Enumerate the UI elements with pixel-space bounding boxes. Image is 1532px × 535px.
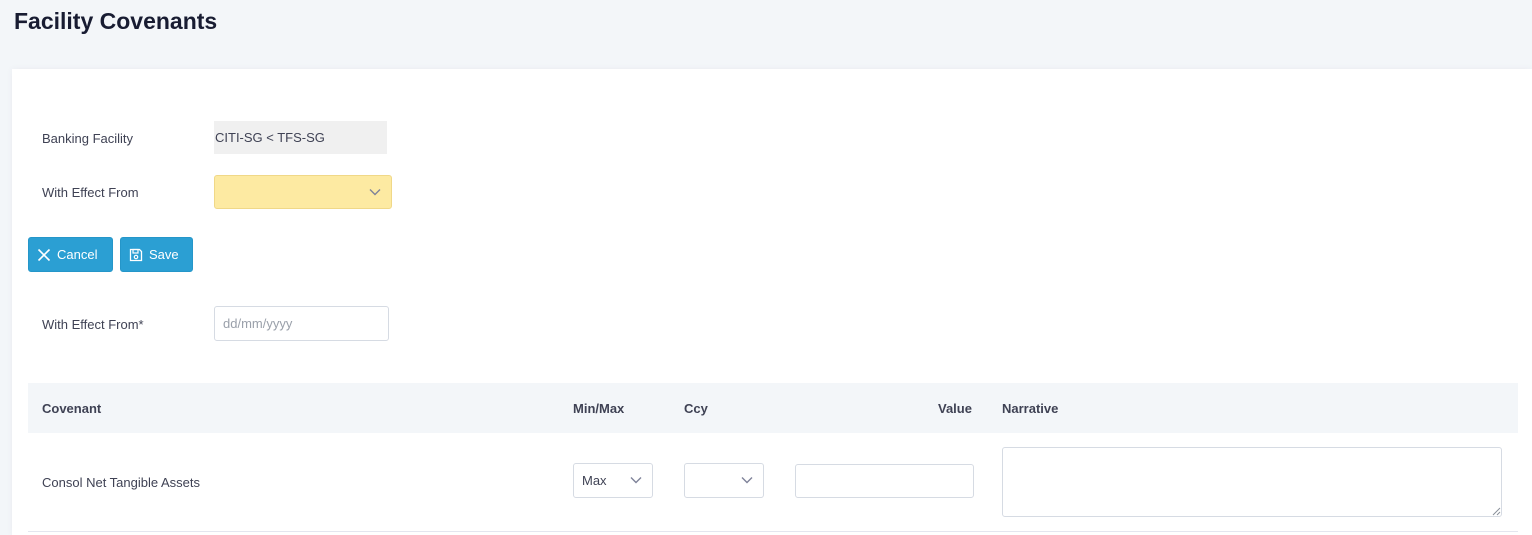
new-with-effect-from-label: With Effect From* [42,317,144,332]
close-icon [37,248,51,261]
save-button[interactable]: Save [120,237,193,272]
chevron-down-icon [741,477,753,484]
covenant-name: Consol Net Tangible Assets [42,475,201,490]
with-effect-from-date-input[interactable] [214,306,389,341]
cancel-button[interactable]: Cancel [28,237,113,272]
covenant-column-header: Covenant [42,401,102,416]
narrative-textarea[interactable] [1002,447,1502,517]
save-button-label: Save [149,247,179,262]
covenant-form-card: Banking Facility CITI-SG < TFS-SG With E… [12,69,1532,535]
cancel-button-label: Cancel [57,247,98,262]
chevron-down-icon [369,189,381,196]
value-column-header: Value [938,401,972,416]
minmax-selected-value: Max [582,473,607,488]
chevron-down-icon [630,477,642,484]
covenant-table-header: Covenant Min/Max Ccy Value Narrative [28,383,1518,433]
narrative-column-header: Narrative [1002,401,1059,416]
table-row-divider [28,531,1518,532]
ccy-column-header: Ccy [684,401,708,416]
save-icon [129,248,143,261]
minmax-column-header: Min/Max [573,401,625,416]
with-effect-from-select[interactable] [214,175,392,209]
value-input[interactable] [795,464,974,498]
page-title: Facility Covenants [14,8,218,34]
resize-grip-icon[interactable] [1492,507,1501,516]
minmax-select[interactable]: Max [573,463,653,498]
ccy-select[interactable] [684,463,764,498]
with-effect-from-label: With Effect From [42,185,139,200]
banking-facility-label: Banking Facility [42,131,134,146]
banking-facility-value: CITI-SG < TFS-SG [214,121,387,154]
